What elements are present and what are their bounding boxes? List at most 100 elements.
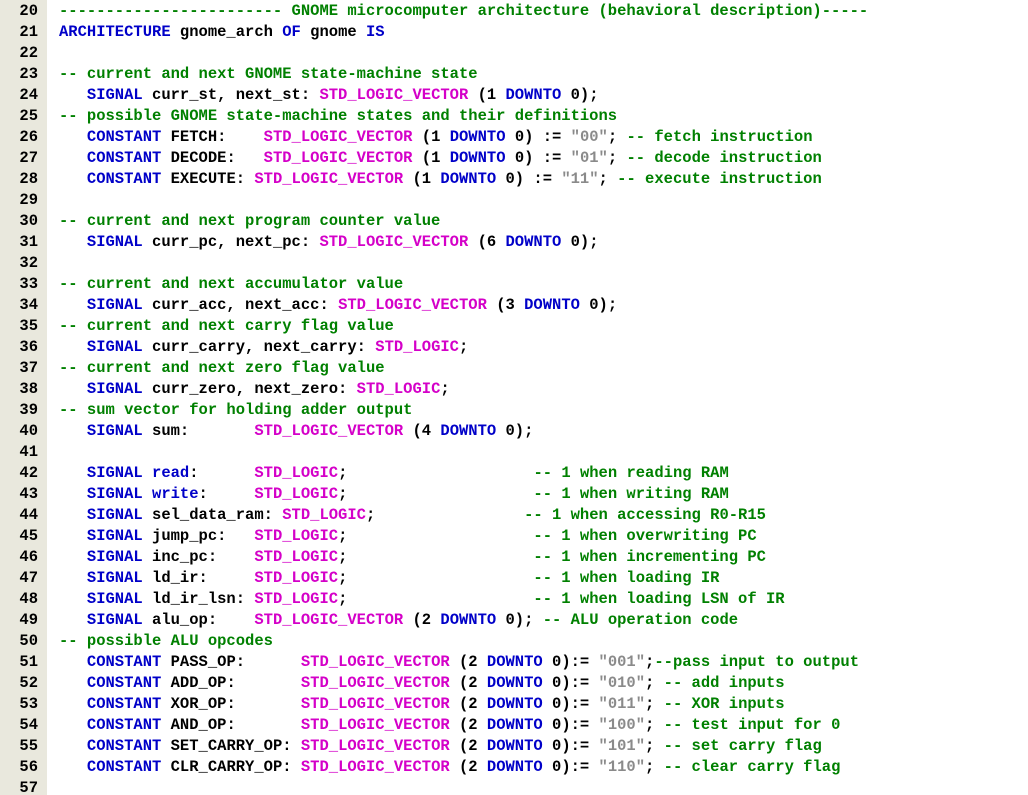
keyword-token: read [152, 464, 190, 482]
code-line[interactable]: -- current and next accumulator value [47, 274, 1028, 295]
code-line[interactable]: SIGNAL inc_pc: STD_LOGIC; -- 1 when incr… [47, 547, 1028, 568]
plain-token: curr_st, next_st: [142, 86, 320, 104]
plain-token: 0); [579, 296, 618, 314]
comment-token: -- current and next carry flag value [59, 317, 394, 335]
plain-token: 0) := [505, 128, 571, 146]
code-line[interactable]: CONSTANT SET_CARRY_OP: STD_LOGIC_VECTOR … [47, 736, 1028, 757]
string-token: "011" [598, 695, 646, 713]
plain-token: ld_ir: [142, 569, 255, 587]
plain-token: 0):= [542, 674, 599, 692]
code-line[interactable]: -- current and next GNOME state-machine … [47, 64, 1028, 85]
keyword-token: SIGNAL [86, 548, 143, 566]
code-line[interactable] [47, 43, 1028, 64]
code-line[interactable]: SIGNAL curr_zero, next_zero: STD_LOGIC; [47, 379, 1028, 400]
code-line[interactable] [47, 190, 1028, 211]
keyword-token: DOWNTO [486, 737, 543, 755]
keyword-token: SIGNAL [86, 485, 143, 503]
type-token: STD_LOGIC_VECTOR [263, 149, 413, 167]
plain-token: curr_carry, next_carry: [142, 338, 376, 356]
plain-token: alu_op: [142, 611, 255, 629]
keyword-token: OF [282, 23, 301, 41]
keyword-token: DOWNTO [486, 716, 543, 734]
code-line[interactable]: -- current and next program counter valu… [47, 211, 1028, 232]
code-line[interactable]: SIGNAL ld_ir: STD_LOGIC; -- 1 when loadi… [47, 568, 1028, 589]
code-line[interactable]: SIGNAL curr_acc, next_acc: STD_LOGIC_VEC… [47, 295, 1028, 316]
keyword-token: SIGNAL [86, 569, 143, 587]
code-line[interactable]: CONSTANT ADD_OP: STD_LOGIC_VECTOR (2 DOW… [47, 673, 1028, 694]
code-line[interactable]: -- current and next carry flag value [47, 316, 1028, 337]
code-line[interactable] [47, 442, 1028, 463]
keyword-token: DOWNTO [486, 653, 543, 671]
plain-token: 0); [496, 422, 534, 440]
plain-token: (1 [403, 170, 441, 188]
line-number: 37 [19, 359, 38, 377]
code-line-text: -- possible ALU opcodes [47, 631, 273, 652]
type-token: STD_LOGIC_VECTOR [254, 611, 404, 629]
comment-token: -- possible ALU opcodes [59, 632, 273, 650]
code-line[interactable]: SIGNAL curr_carry, next_carry: STD_LOGIC… [47, 337, 1028, 358]
line-number: 25 [19, 107, 38, 125]
plain-token: ; [338, 485, 534, 503]
code-line[interactable]: -- possible ALU opcodes [47, 631, 1028, 652]
plain-token: curr_pc, next_pc: [142, 233, 320, 251]
code-line-text: SIGNAL curr_carry, next_carry: STD_LOGIC… [47, 337, 468, 358]
code-line[interactable]: SIGNAL ld_ir_lsn: STD_LOGIC; -- 1 when l… [47, 589, 1028, 610]
code-line[interactable]: SIGNAL curr_pc, next_pc: STD_LOGIC_VECTO… [47, 232, 1028, 253]
code-line[interactable]: -- possible GNOME state-machine states a… [47, 106, 1028, 127]
code-area[interactable]: ------------------------ GNOME microcomp… [47, 0, 1028, 795]
line-number: 48 [19, 590, 38, 608]
plain-token: curr_zero, next_zero: [142, 380, 357, 398]
code-line[interactable]: -- sum vector for holding adder output [47, 400, 1028, 421]
code-line[interactable]: SIGNAL write: STD_LOGIC; -- 1 when writi… [47, 484, 1028, 505]
comment-token: -- current and next accumulator value [59, 275, 404, 293]
line-number: 31 [19, 233, 38, 251]
plain-token: (2 [449, 674, 487, 692]
plain-token: ; [338, 527, 534, 545]
keyword-token: DOWNTO [505, 86, 562, 104]
code-line[interactable]: CONSTANT XOR_OP: STD_LOGIC_VECTOR (2 DOW… [47, 694, 1028, 715]
code-line[interactable]: CONSTANT PASS_OP: STD_LOGIC_VECTOR (2 DO… [47, 652, 1028, 673]
string-token: "110" [598, 758, 646, 776]
code-line[interactable]: SIGNAL read: STD_LOGIC; -- 1 when readin… [47, 463, 1028, 484]
line-number: 30 [19, 212, 38, 230]
code-line[interactable]: SIGNAL jump_pc: STD_LOGIC; -- 1 when ove… [47, 526, 1028, 547]
keyword-token: DOWNTO [486, 695, 543, 713]
comment-token: -- ALU operation code [542, 611, 739, 629]
code-line-text: CONSTANT FETCH: STD_LOGIC_VECTOR (1 DOWN… [47, 127, 813, 148]
code-line[interactable]: ------------------------ GNOME microcomp… [47, 1, 1028, 22]
plain-token: (2 [403, 611, 441, 629]
code-editor[interactable]: ------------------------ GNOME microcomp… [0, 0, 1028, 795]
line-number: 56 [19, 758, 38, 776]
code-line[interactable] [47, 778, 1028, 795]
plain-token: (1 [412, 149, 450, 167]
code-line[interactable]: ARCHITECTURE gnome_arch OF gnome IS [47, 22, 1028, 43]
type-token: STD_LOGIC [254, 485, 339, 503]
code-line[interactable]: SIGNAL sum: STD_LOGIC_VECTOR (4 DOWNTO 0… [47, 421, 1028, 442]
code-line[interactable]: CONSTANT CLR_CARRY_OP: STD_LOGIC_VECTOR … [47, 757, 1028, 778]
code-line[interactable]: -- current and next zero flag value [47, 358, 1028, 379]
code-line[interactable]: SIGNAL sel_data_ram: STD_LOGIC; -- 1 whe… [47, 505, 1028, 526]
code-line[interactable]: CONSTANT DECODE: STD_LOGIC_VECTOR (1 DOW… [47, 148, 1028, 169]
line-number: 55 [19, 737, 38, 755]
plain-token: ; [645, 758, 664, 776]
code-line[interactable]: SIGNAL alu_op: STD_LOGIC_VECTOR (2 DOWNT… [47, 610, 1028, 631]
plain-token: 0):= [542, 737, 599, 755]
line-number: 52 [19, 674, 38, 692]
code-line[interactable]: CONSTANT FETCH: STD_LOGIC_VECTOR (1 DOWN… [47, 127, 1028, 148]
plain-token: 0) := [496, 170, 562, 188]
plain-token: ; [598, 170, 618, 188]
code-line[interactable]: SIGNAL curr_st, next_st: STD_LOGIC_VECTO… [47, 85, 1028, 106]
plain-token: (2 [449, 716, 487, 734]
plain-token: ; [458, 338, 469, 356]
line-number: 51 [19, 653, 38, 671]
keyword-token: SIGNAL [86, 464, 143, 482]
code-line[interactable] [47, 253, 1028, 274]
code-line[interactable]: CONSTANT EXECUTE: STD_LOGIC_VECTOR (1 DO… [47, 169, 1028, 190]
code-line[interactable]: CONSTANT AND_OP: STD_LOGIC_VECTOR (2 DOW… [47, 715, 1028, 736]
